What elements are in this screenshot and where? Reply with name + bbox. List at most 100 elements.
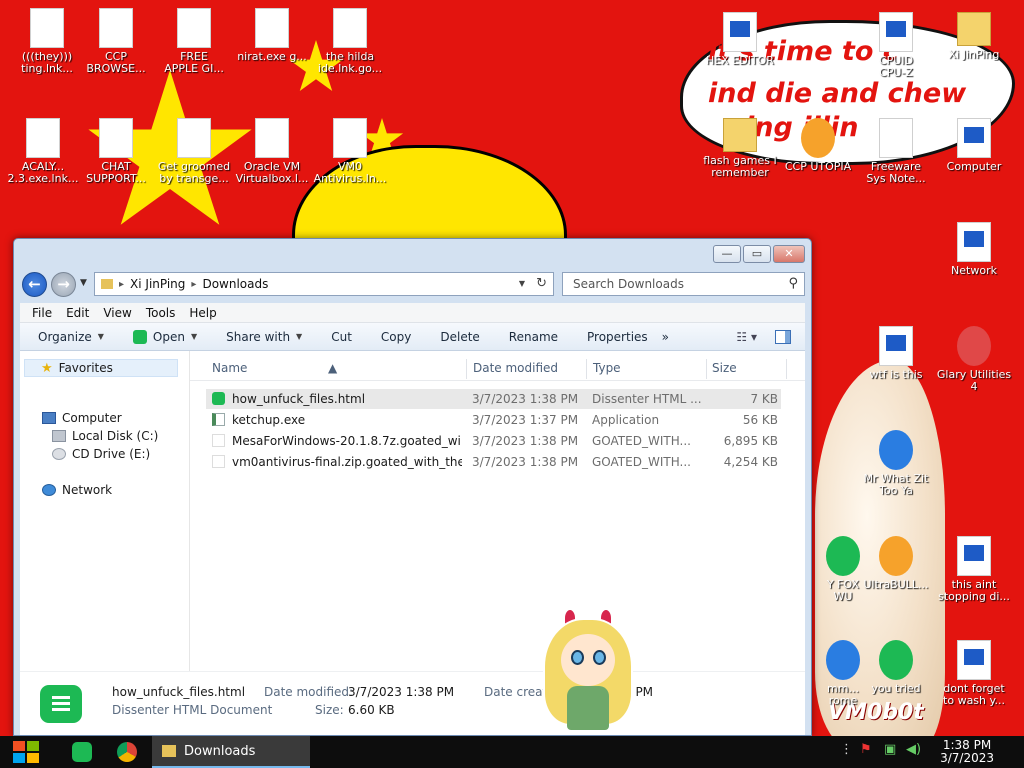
nav-favorites[interactable]: ★ Favorites — [24, 359, 178, 377]
column-divider[interactable] — [706, 359, 707, 379]
menu-tools[interactable]: Tools — [146, 306, 176, 320]
menu-file[interactable]: File — [32, 306, 52, 320]
taskbar-clock[interactable]: 1:38 PM 3/7/2023 — [940, 739, 994, 765]
column-name[interactable]: Name — [212, 361, 247, 375]
close-button[interactable]: ✕ — [773, 245, 805, 263]
nav-computer[interactable]: Computer — [42, 409, 122, 427]
details-size-label: Size: — [315, 703, 344, 717]
document-icon — [99, 8, 133, 48]
desktop-icon[interactable]: CPUID CPU-Z — [853, 12, 939, 79]
desktop-icon-label: dont forget to wash y... — [943, 683, 1005, 707]
menu-help[interactable]: Help — [189, 306, 216, 320]
column-divider[interactable] — [786, 359, 787, 379]
desktop-icon[interactable]: VM0 Antivirus.ln... — [307, 118, 393, 185]
menu-view[interactable]: View — [103, 306, 131, 320]
desktop-icon[interactable]: nirat.exe g... — [229, 8, 315, 63]
action-center-flag-icon[interactable]: ⚑ — [860, 742, 872, 757]
desktop-icon[interactable]: Oracle VM Virtualbox.l... — [229, 118, 315, 185]
organize-label: Organize — [38, 329, 92, 344]
desktop-icon[interactable]: Freeware Sys Note... — [853, 118, 939, 185]
desktop-icon[interactable]: HEX EDITOR — [697, 12, 783, 67]
back-button[interactable]: ← — [22, 272, 47, 297]
desktop-icon[interactable]: flash games I remember — [697, 118, 783, 179]
dissenter-icon — [132, 329, 147, 344]
taskbar-downloads-window[interactable]: Downloads — [152, 736, 310, 768]
column-divider[interactable] — [466, 359, 467, 379]
file-size: 4,254 KB — [723, 455, 778, 469]
rename-button[interactable]: Rename — [509, 330, 558, 344]
nav-network[interactable]: Network — [42, 481, 112, 499]
search-placeholder: Search Downloads — [573, 277, 684, 291]
desktop-icon[interactable]: Mr What Zit Too Ya — [853, 430, 939, 497]
address-dropdown-icon[interactable]: ▼ — [519, 279, 525, 288]
search-icon[interactable]: ⚲ — [788, 273, 798, 295]
column-divider[interactable] — [586, 359, 587, 379]
more-commands-button[interactable]: » — [662, 330, 669, 344]
desktop-icon[interactable]: CCP BROWSE... — [73, 8, 159, 75]
dissenter-taskbar-icon[interactable] — [72, 742, 92, 762]
file-row[interactable]: ketchup.exe 3/7/2023 1:37 PM Application 56… — [206, 410, 781, 430]
column-size[interactable]: Size — [712, 361, 737, 375]
desktop-icon[interactable]: Computer — [931, 118, 1017, 173]
copy-button[interactable]: Copy — [381, 330, 411, 344]
chrome-taskbar-icon[interactable] — [117, 742, 137, 762]
start-button[interactable] — [10, 738, 42, 766]
minimize-button[interactable]: — — [713, 245, 741, 263]
change-view-icon[interactable]: ☷ ▾ — [736, 330, 757, 344]
maximize-button[interactable]: ▭ — [743, 245, 771, 263]
tray-overflow-icon[interactable]: ⋮ — [840, 742, 853, 757]
recent-locations-dropdown[interactable]: ▼ — [80, 278, 87, 288]
desktop-icon[interactable]: you tried — [853, 640, 939, 695]
desktop-icon[interactable]: this aint stopping di... — [931, 536, 1017, 603]
windows-logo-pane — [27, 741, 39, 751]
file-row[interactable]: MesaForWindows-20.1.8.7z.goated_wi... 3/7… — [206, 431, 781, 451]
organize-button[interactable]: Organize ▼ — [38, 330, 104, 344]
desktop-icon[interactable]: UltraBULL... — [853, 536, 939, 591]
forward-button[interactable]: → — [51, 272, 76, 297]
menu-edit[interactable]: Edit — [66, 306, 89, 320]
column-type[interactable]: Type — [593, 361, 621, 375]
desktop-icon[interactable]: Xi JinPing — [931, 12, 1017, 61]
file-row[interactable]: how_unfuck_files.html 3/7/2023 1:38 PM Dis… — [206, 389, 781, 409]
window-caption-buttons: — ▭ ✕ — [713, 245, 805, 263]
share-label: Share with — [226, 329, 291, 344]
file-row[interactable]: vm0antivirus-final.zip.goated_with_the_.… — [206, 452, 781, 472]
address-bar[interactable]: ▸ Xi JinPing ▸ Downloads ▼ ↻ — [94, 272, 554, 296]
desktop-icon[interactable]: Get groomed by transge... — [151, 118, 237, 185]
breadcrumb-xi-jinping[interactable]: Xi JinPing — [130, 277, 185, 291]
file-date-modified: 3/7/2023 1:37 PM — [472, 413, 579, 427]
file-name: how_unfuck_files.html — [232, 392, 366, 406]
desktop-icon[interactable]: Network — [931, 222, 1017, 277]
desktop-icon[interactable]: Glary Utilities 4 — [931, 326, 1017, 393]
cut-button[interactable]: Cut — [331, 330, 352, 344]
nav-local-disk[interactable]: Local Disk (C:) — [52, 427, 158, 445]
desktop-icon[interactable]: CHAT SUPPORT... — [73, 118, 159, 185]
file-type: GOATED_WITH... — [592, 434, 691, 448]
nav-cd-drive[interactable]: CD Drive (E:) — [52, 445, 150, 463]
folder-icon — [162, 745, 176, 757]
desktop-icon[interactable]: dont forget to wash y... — [931, 640, 1017, 707]
desktop-icon-label: this aint stopping di... — [938, 579, 1010, 603]
application-icon — [957, 222, 991, 262]
desktop-icon[interactable]: wtf is this — [853, 326, 939, 381]
breadcrumb-downloads[interactable]: Downloads — [202, 277, 268, 291]
chevron-down-icon: ▼ — [190, 332, 198, 341]
volume-icon[interactable]: ◀) — [906, 742, 921, 757]
breadcrumb-separator: ▸ — [119, 278, 125, 290]
details-modified-label: Date modified: — [264, 685, 354, 699]
open-button[interactable]: Open ▼ — [132, 329, 198, 344]
preview-pane-icon[interactable] — [775, 330, 791, 344]
refresh-icon[interactable]: ↻ — [536, 276, 547, 291]
desktop-icon[interactable]: CCP UTOPIA — [775, 118, 861, 173]
search-input[interactable]: Search Downloads ⚲ — [562, 272, 805, 296]
desktop-icon[interactable]: FREE APPLE GI... — [151, 8, 237, 75]
navigation-row: ← → ▼ ▸ Xi JinPing ▸ Downloads ▼ ↻ Searc… — [20, 270, 805, 300]
column-date-modified[interactable]: Date modified — [473, 361, 558, 375]
desktop-icon[interactable]: the hilda ide.lnk.go... — [307, 8, 393, 75]
properties-button[interactable]: Properties — [587, 330, 648, 344]
app-logo-icon — [879, 536, 913, 576]
delete-button[interactable]: Delete — [440, 330, 479, 344]
desktop-icon-label: UltraBULL... — [863, 579, 929, 591]
network-tray-icon[interactable]: ▣ — [884, 742, 896, 757]
share-with-button[interactable]: Share with ▼ — [226, 330, 302, 344]
